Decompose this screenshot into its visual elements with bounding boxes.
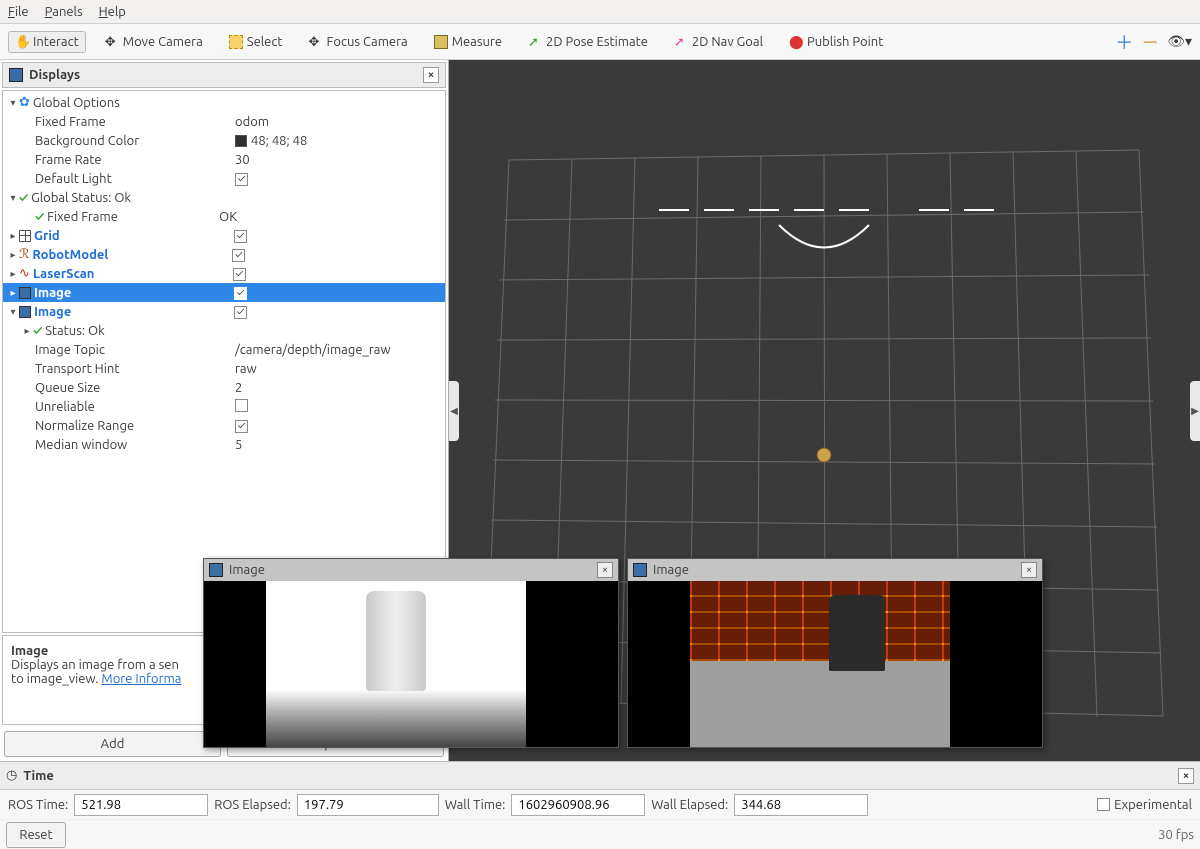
displays-panel-title[interactable]: Displays × xyxy=(2,62,446,88)
checkbox-icon[interactable] xyxy=(1097,798,1110,811)
image-panel-depth[interactable]: Image × xyxy=(203,558,619,748)
tree-frame-rate[interactable]: Frame Rate 30 xyxy=(3,150,445,169)
tree-fixed-frame-status[interactable]: ✓ Fixed Frame OK xyxy=(3,207,445,226)
tree-median-window[interactable]: Median window 5 xyxy=(3,435,445,454)
tree-background-color[interactable]: Background Color 48; 48; 48 xyxy=(3,131,445,150)
ros-elapsed-field[interactable] xyxy=(297,794,439,816)
tool-publish-point[interactable]: ⬤Publish Point xyxy=(782,31,890,53)
ros-elapsed-label: ROS Elapsed: xyxy=(214,798,291,812)
image-icon xyxy=(19,306,31,318)
image-icon xyxy=(209,563,223,577)
checkbox-icon[interactable] xyxy=(235,399,248,412)
tree-image-2[interactable]: ▾ Image ✓ xyxy=(3,302,445,321)
laser-icon: ∿ xyxy=(19,266,30,281)
checkbox-icon[interactable]: ✓ xyxy=(232,249,245,262)
menu-file[interactable]: FFileile xyxy=(8,5,29,19)
tool-2d-pose[interactable]: ➚2D Pose Estimate xyxy=(521,31,655,53)
tree-image-1[interactable]: ▸ Image ✓ xyxy=(3,283,445,302)
footer-bar: Reset 30 fps xyxy=(0,819,1200,849)
checkbox-icon[interactable]: ✓ xyxy=(235,173,248,186)
visibility-icon[interactable]: 👁▾ xyxy=(1167,33,1192,50)
toolbar: ✋Interact ✥Move Camera Select ✥Focus Cam… xyxy=(0,24,1200,60)
display-tree[interactable]: ▾✿ Global Options Fixed Frame odom Backg… xyxy=(2,90,446,633)
tree-global-options[interactable]: ▾✿ Global Options xyxy=(3,93,445,112)
wall-elapsed-field[interactable] xyxy=(734,794,868,816)
ros-time-field[interactable] xyxy=(74,794,208,816)
checkbox-icon[interactable]: ✓ xyxy=(234,287,247,300)
tool-focus-camera[interactable]: ✥Focus Camera xyxy=(302,31,415,53)
displays-icon xyxy=(9,68,23,82)
focus-icon: ✥ xyxy=(309,35,323,49)
tool-2d-nav[interactable]: ➚2D Nav Goal xyxy=(667,31,770,53)
tree-default-light[interactable]: Default Light ✓ xyxy=(3,169,445,188)
tree-fixed-frame[interactable]: Fixed Frame odom xyxy=(3,112,445,131)
select-icon xyxy=(229,35,243,49)
pose-arrow-icon: ➚ xyxy=(528,35,542,49)
color-swatch-icon xyxy=(235,135,247,147)
image-panel-title: Image xyxy=(229,563,265,577)
image-icon xyxy=(19,287,31,299)
close-icon[interactable]: × xyxy=(597,562,613,578)
time-panel-header[interactable]: ◷ Time × xyxy=(0,761,1200,789)
close-icon[interactable]: × xyxy=(1021,562,1037,578)
checkbox-icon[interactable]: ✓ xyxy=(234,306,247,319)
tree-normalize-range[interactable]: Normalize Range ✓ xyxy=(3,416,445,435)
remove-display-icon[interactable]: － xyxy=(1141,29,1159,55)
reset-button[interactable]: Reset xyxy=(6,822,66,848)
tree-transport-hint[interactable]: Transport Hint raw xyxy=(3,359,445,378)
time-status-bar: ROS Time: ROS Elapsed: Wall Time: Wall E… xyxy=(0,789,1200,819)
image-icon xyxy=(633,563,647,577)
tree-grid[interactable]: ▸ Grid ✓ xyxy=(3,226,445,245)
checkbox-icon[interactable]: ✓ xyxy=(234,230,247,243)
tree-laserscan[interactable]: ▸∿ LaserScan ✓ xyxy=(3,264,445,283)
menubar: FFileile Panels Help xyxy=(0,0,1200,24)
main-area: Displays × ▾✿ Global Options Fixed Frame… xyxy=(0,60,1200,761)
tool-interact[interactable]: ✋Interact xyxy=(8,31,86,53)
nav-arrow-icon: ➚ xyxy=(674,35,688,49)
collapse-right-icon[interactable]: ▶ xyxy=(1190,381,1200,441)
add-button[interactable]: Add xyxy=(4,731,221,757)
tool-measure[interactable]: Measure xyxy=(427,31,509,53)
close-icon[interactable]: × xyxy=(1178,768,1194,784)
pin-icon: ⬤ xyxy=(789,35,803,49)
hand-icon: ✋ xyxy=(15,35,29,49)
displays-title-label: Displays xyxy=(29,68,80,82)
experimental-toggle[interactable]: Experimental xyxy=(1097,798,1192,812)
wall-time-label: Wall Time: xyxy=(445,798,506,812)
time-panel-label: Time xyxy=(23,769,53,783)
rgb-image-view xyxy=(628,581,1042,747)
menu-help[interactable]: Help xyxy=(99,5,126,19)
tree-robotmodel[interactable]: ▸ℛ RobotModel ✓ xyxy=(3,245,445,264)
tool-select[interactable]: Select xyxy=(222,31,290,53)
collapse-left-icon[interactable]: ◀ xyxy=(449,381,459,441)
wall-elapsed-label: Wall Elapsed: xyxy=(651,798,728,812)
checkbox-icon[interactable]: ✓ xyxy=(235,420,248,433)
tree-queue-size[interactable]: Queue Size 2 xyxy=(3,378,445,397)
close-icon[interactable]: × xyxy=(423,67,439,83)
ruler-icon xyxy=(434,35,448,49)
menu-panels[interactable]: Panels xyxy=(45,5,83,19)
image-panel-rgb[interactable]: Image × xyxy=(627,558,1043,748)
tool-move-camera[interactable]: ✥Move Camera xyxy=(98,31,210,53)
fps-label: 30 fps xyxy=(1158,828,1194,842)
ros-time-label: ROS Time: xyxy=(8,798,68,812)
tree-image2-status[interactable]: ▸✓ Status: Ok xyxy=(3,321,445,340)
tree-unreliable[interactable]: Unreliable xyxy=(3,397,445,416)
more-info-link[interactable]: More Informa xyxy=(101,672,181,686)
clock-icon: ◷ xyxy=(6,768,17,783)
add-display-icon[interactable]: ＋ xyxy=(1115,29,1133,55)
depth-image-view xyxy=(204,581,618,747)
grid-icon xyxy=(19,230,31,242)
wall-time-field[interactable] xyxy=(511,794,645,816)
robot-icon: ℛ xyxy=(19,247,29,262)
move-icon: ✥ xyxy=(105,35,119,49)
tree-image-topic[interactable]: Image Topic /camera/depth/image_raw xyxy=(3,340,445,359)
checkbox-icon[interactable]: ✓ xyxy=(233,268,246,281)
tree-global-status[interactable]: ▾✓ Global Status: Ok xyxy=(3,188,445,207)
image-panel-title: Image xyxy=(653,563,689,577)
